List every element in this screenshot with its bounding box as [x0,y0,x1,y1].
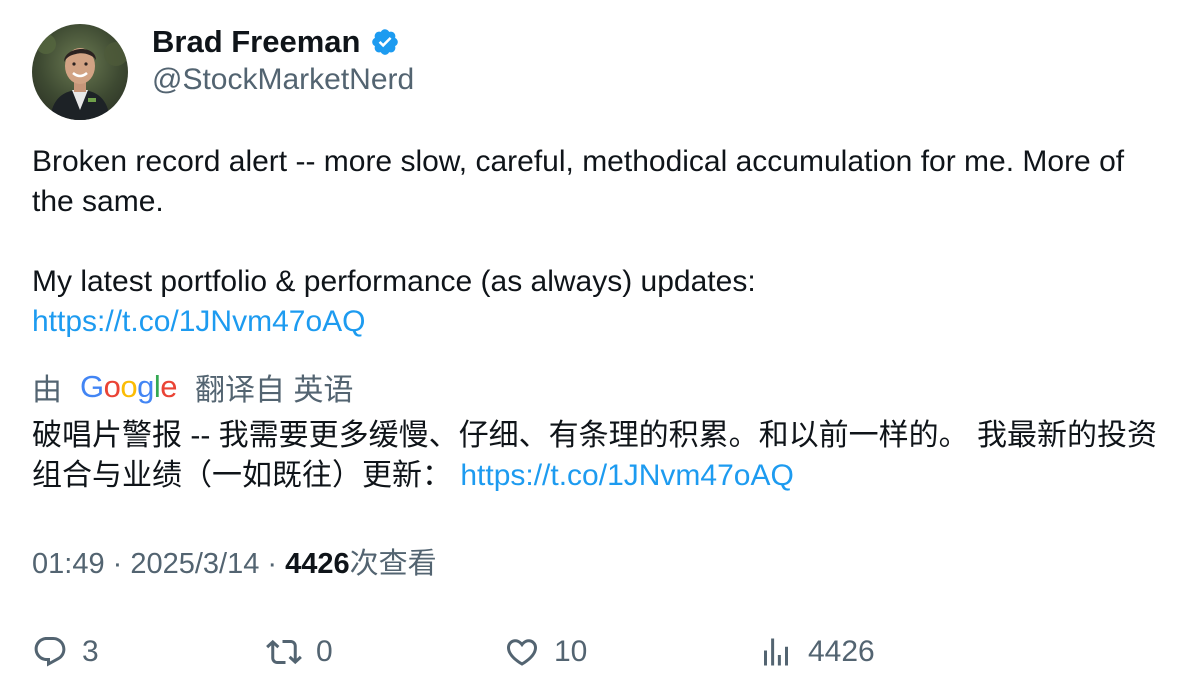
reply-button[interactable]: 3 [32,630,99,674]
retweet-icon [266,639,302,665]
like-count: 10 [554,635,588,668]
heart-icon [506,639,538,666]
meta-separator: · [259,548,286,580]
reply-count: 3 [82,635,99,668]
tweet-paragraph-2: My latest portfolio & performance (as al… [32,265,756,298]
google-logo: Google [80,369,178,405]
action-bar: 3 0 10 4426 [0,630,1196,674]
google-logo-letter: g [137,369,154,404]
translation-source-language: 翻译自 英语 [195,374,354,407]
views-label: 次查看 [349,548,437,580]
retweet-count: 0 [316,635,333,668]
avatar-image [32,24,128,120]
reply-icon [34,637,66,667]
tweet-meta: 01:49 · 2025/3/14 · 4426次查看 [32,544,437,584]
meta-separator: · [104,548,131,580]
translated-link[interactable]: https://t.co/1JNvm47oAQ [460,459,793,492]
tweet-time[interactable]: 01:49 [32,548,105,580]
google-logo-letter: o [120,369,138,404]
author-name-row: Brad Freeman [152,22,400,62]
author-name[interactable]: Brad Freeman [152,24,360,60]
verified-badge-icon[interactable] [370,27,400,57]
like-button[interactable]: 10 [504,630,587,674]
translation-prefix: 由 [32,374,62,407]
bar-chart-icon [764,638,788,666]
views-count: 4426 [285,548,350,580]
translated-text: 破唱片警报 -- 我需要更多缓慢、仔细、有条理的积累。和以前一样的。 我最新的投… [32,416,1172,496]
retweet-button[interactable]: 0 [266,630,333,674]
google-logo-letter: o [103,369,121,404]
avatar[interactable] [32,24,128,120]
tweet-body: Broken record alert -- more slow, carefu… [32,142,1172,342]
translation-attribution[interactable]: 由 Google 翻译自 英语 [32,366,353,408]
tweet-date[interactable]: 2025/3/14 [130,548,259,580]
tweet-paragraph-1: Broken record alert -- more slow, carefu… [32,145,1125,218]
google-logo-letter: G [80,369,104,404]
author-handle[interactable]: @StockMarketNerd [152,63,414,97]
views-button[interactable]: 4426 [758,630,875,674]
google-logo-letter: e [160,369,178,404]
tweet-link[interactable]: https://t.co/1JNvm47oAQ [32,305,365,338]
views-action-count: 4426 [808,635,875,668]
